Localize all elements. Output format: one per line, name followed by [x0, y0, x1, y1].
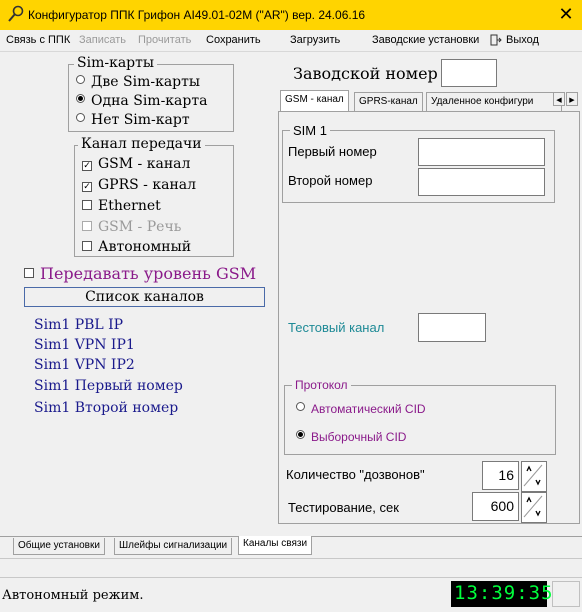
menu-exit[interactable]: Выход — [506, 34, 539, 46]
checkbox[interactable] — [82, 241, 92, 251]
radio-auto-cid[interactable]: Автоматический CID — [296, 402, 426, 416]
checkbox — [82, 221, 92, 231]
menu-write: Записать — [79, 34, 127, 46]
clock-text: 13:39:35 — [454, 582, 554, 604]
first-number-input[interactable] — [418, 138, 545, 166]
checkbox[interactable]: ✓ — [82, 161, 92, 171]
sim-cards-legend: Sim-карты — [74, 55, 158, 71]
list-item[interactable]: Sim1 Первый номер — [34, 378, 183, 394]
menu-connect[interactable]: Связь с ППК — [6, 34, 70, 46]
radio-indicator[interactable] — [296, 402, 305, 411]
test-channel-input[interactable] — [418, 313, 486, 342]
status-text: Автономный режим. — [2, 588, 144, 603]
radio-indicator[interactable] — [76, 75, 85, 84]
tab-gprs-channel[interactable]: GPRS-канал — [354, 92, 423, 111]
check-autonomous[interactable]: Автономный — [82, 239, 191, 255]
tab-communication-channels[interactable]: Каналы связи — [238, 536, 313, 555]
factory-number-label: Заводской номер — [293, 64, 438, 83]
check-gsm-channel[interactable]: ✓ GSM - канал — [82, 156, 190, 172]
app-icon — [7, 5, 25, 23]
radio-no-sim[interactable]: Нет Sim-карт — [76, 112, 190, 128]
transfer-channel-legend: Канал передачи — [78, 136, 205, 152]
menu-bar: Связь с ППК Записать Прочитать Сохранить… — [0, 30, 582, 52]
radio-selective-cid[interactable]: Выборочный CID — [296, 430, 406, 444]
dial-count-label: Количество "дозвонов" — [286, 467, 425, 482]
list-item[interactable]: Sim1 Второй номер — [34, 400, 178, 416]
checkbox[interactable] — [24, 268, 34, 278]
testing-label: Тестирование, сек — [288, 500, 399, 515]
tab-remote-config[interactable]: Удаленное конфигури — [426, 92, 562, 111]
menu-load[interactable]: Загрузить — [290, 34, 340, 46]
empty-status-strip — [0, 558, 582, 578]
close-button[interactable]: ✕ — [552, 2, 580, 28]
second-number-label: Второй номер — [288, 173, 373, 188]
factory-number-input[interactable] — [441, 59, 497, 87]
checkbox[interactable]: ✓ — [82, 182, 92, 192]
testing-input[interactable]: 600 — [472, 492, 519, 521]
tab-gsm-channel[interactable]: GSM - канал — [280, 90, 349, 113]
protocol-group — [284, 385, 556, 455]
testing-spinner[interactable] — [521, 492, 547, 523]
test-channel-label: Тестовый канал — [288, 320, 385, 335]
check-gsm-voice: GSM - Речь — [82, 219, 181, 235]
list-item[interactable]: Sim1 VPN IP2 — [34, 357, 135, 373]
tab-alarm-loops[interactable]: Шлейфы сигнализации — [114, 538, 233, 555]
radio-indicator[interactable] — [296, 430, 305, 439]
menu-save[interactable]: Сохранить — [206, 34, 261, 46]
window-title: Конфигуратор ППК Грифон AI49.01-02M ("AR… — [28, 8, 366, 22]
status-panel-empty — [552, 581, 580, 607]
check-gprs-channel[interactable]: ✓ GPRS - канал — [82, 177, 196, 193]
tab-scroll-right-icon[interactable]: ▶ — [566, 92, 578, 106]
channel-list-button[interactable]: Список каналов — [24, 287, 265, 307]
check-ethernet[interactable]: Ethernet — [82, 198, 161, 214]
radio-indicator[interactable] — [76, 94, 85, 103]
exit-icon — [490, 34, 502, 49]
second-number-input[interactable] — [418, 168, 545, 196]
menu-factory-settings[interactable]: Заводские установки — [372, 34, 479, 46]
dial-count-spinner[interactable] — [521, 461, 547, 492]
checkbox[interactable] — [82, 200, 92, 210]
first-number-label: Первый номер — [288, 144, 377, 159]
sim1-legend: SIM 1 — [290, 123, 330, 138]
tab-scroll-left-icon[interactable]: ◀ — [553, 92, 565, 106]
tab-general-settings[interactable]: Общие установки — [13, 538, 105, 555]
dial-count-input[interactable]: 16 — [482, 461, 519, 490]
check-transmit-gsm-level[interactable]: Передавать уровень GSM — [24, 264, 256, 283]
list-item[interactable]: Sim1 VPN IP1 — [34, 337, 135, 353]
list-item[interactable]: Sim1 PBL IP — [34, 317, 123, 333]
radio-indicator[interactable] — [76, 113, 85, 122]
radio-two-sim[interactable]: Две Sim-карты — [76, 74, 200, 90]
radio-one-sim[interactable]: Одна Sim-карта — [76, 93, 207, 109]
protocol-legend: Протокол — [292, 378, 351, 392]
menu-read: Прочитать — [138, 34, 192, 46]
